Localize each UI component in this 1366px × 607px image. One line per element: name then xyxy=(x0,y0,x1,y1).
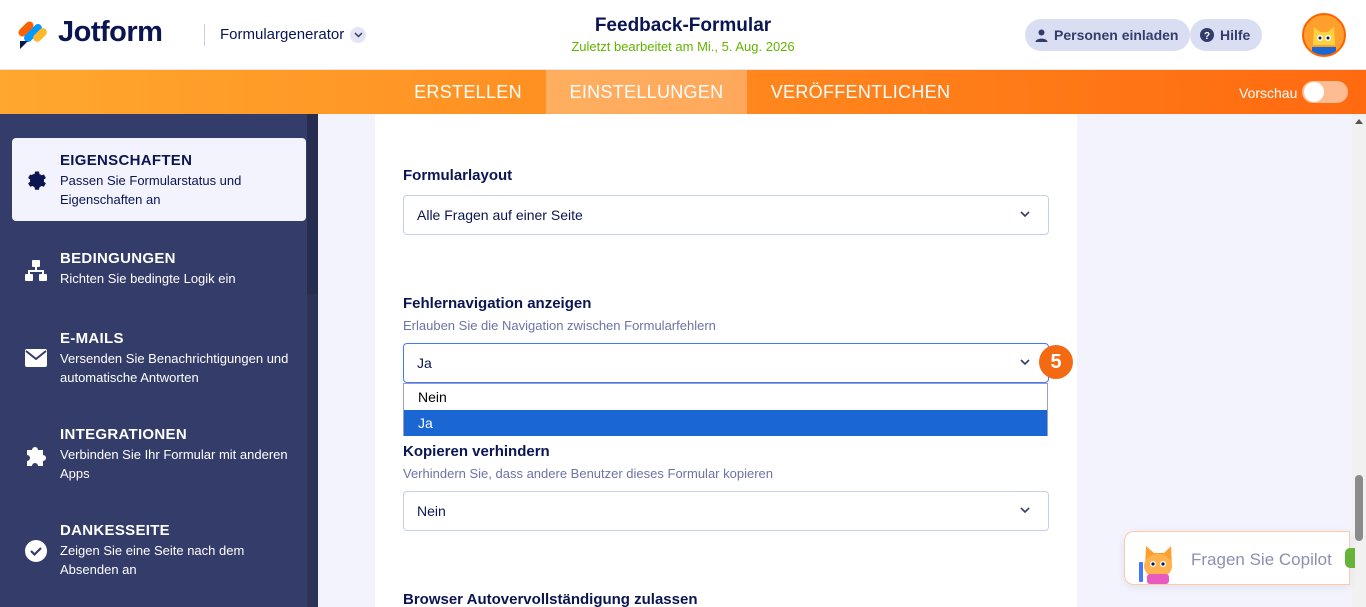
sidebar-item-title: INTEGRATIONEN xyxy=(60,426,187,443)
help-label: Hilfe xyxy=(1220,27,1251,43)
chevron-down-icon xyxy=(1020,211,1030,218)
main-tab-bar: ERSTELLEN EINSTELLUNGEN VERÖFFENTLICHEN … xyxy=(0,70,1366,114)
chevron-down-icon xyxy=(1020,359,1030,366)
jotform-logo-icon xyxy=(18,20,47,49)
error-nav-dropdown-list: Nein Ja xyxy=(403,383,1048,436)
sidebar-item-thankyou[interactable]: DANKESSEITE Zeigen Sie eine Seite nach d… xyxy=(12,514,306,592)
copy-protect-select[interactable]: Nein xyxy=(403,491,1049,531)
tab-publish[interactable]: VERÖFFENTLICHEN xyxy=(747,70,974,114)
sidebar-scrollbar-thumb[interactable] xyxy=(307,114,318,294)
form-generator-menu[interactable]: Formulargenerator xyxy=(220,26,367,43)
envelope-icon xyxy=(25,349,47,367)
copy-protect-hint: Verhindern Sie, dass andere Benutzer die… xyxy=(403,466,773,481)
preview-toggle[interactable] xyxy=(1302,81,1348,103)
settings-sidebar: EIGENSCHAFTEN Passen Sie Formularstatus … xyxy=(0,114,318,607)
puzzle-icon xyxy=(27,447,46,466)
form-layout-value: Alle Fragen auf einer Seite xyxy=(417,207,583,223)
error-nav-select[interactable]: Ja xyxy=(403,343,1049,383)
copilot-label: Fragen Sie Copilot xyxy=(1191,550,1332,569)
preview-toggle-knob xyxy=(1304,82,1324,102)
page-scrollbar-thumb[interactable] xyxy=(1355,475,1363,541)
sidebar-item-title: DANKESSEITE xyxy=(60,522,170,539)
sidebar-item-title: BEDINGUNGEN xyxy=(60,250,176,267)
copy-protect-value: Nein xyxy=(417,503,446,519)
error-nav-label: Fehlernavigation anzeigen xyxy=(403,295,592,312)
flow-icon xyxy=(25,260,47,281)
sidebar-item-desc: Richten Sie bedingte Logik ein xyxy=(60,271,236,286)
chevron-down-icon xyxy=(1020,507,1030,514)
copilot-button[interactable]: Fragen Sie Copilot xyxy=(1124,531,1350,585)
sidebar-item-properties[interactable]: EIGENSCHAFTEN Passen Sie Formularstatus … xyxy=(12,138,306,221)
user-avatar[interactable] xyxy=(1302,13,1346,57)
form-title[interactable]: Feedback-Formular xyxy=(483,15,883,37)
sidebar-item-desc: Versenden Sie Benachrichtigungen und aut… xyxy=(60,351,289,385)
sidebar-item-title: E-MAILS xyxy=(60,330,124,347)
dropdown-option-ja[interactable]: Ja xyxy=(404,410,1047,436)
sidebar-item-desc: Verbinden Sie Ihr Formular mit anderen A… xyxy=(60,447,288,481)
tab-settings[interactable]: EINSTELLUNGEN xyxy=(546,70,747,114)
header-divider xyxy=(204,24,205,46)
app-window: Jotform Formulargenerator Feedback-Formu… xyxy=(0,0,1366,607)
avatar-cat-icon xyxy=(1304,15,1344,55)
top-header: Jotform Formulargenerator Feedback-Formu… xyxy=(0,0,1366,70)
last-edited-text: Zuletzt bearbeitet am Mi., 5. Aug. 2026 xyxy=(571,39,795,54)
form-generator-label: Formulargenerator xyxy=(220,26,345,43)
sidebar-item-desc: Passen Sie Formularstatus und Eigenschaf… xyxy=(60,173,242,207)
invite-people-button[interactable]: Personen einladen xyxy=(1025,19,1191,51)
step-number-badge: 5 xyxy=(1039,345,1073,379)
error-nav-value: Ja xyxy=(417,355,432,371)
svg-text:?: ? xyxy=(1204,31,1210,42)
chevron-down-icon xyxy=(350,26,367,43)
autocomplete-label: Browser Autovervollständigung zulassen xyxy=(403,591,698,607)
help-button[interactable]: ? Hilfe xyxy=(1190,19,1263,51)
check-circle-icon xyxy=(25,540,47,562)
copilot-cat-icon xyxy=(1139,546,1172,584)
person-icon xyxy=(1035,29,1048,42)
dropdown-option-nein[interactable]: Nein xyxy=(404,384,1047,410)
jotform-logo[interactable]: Jotform xyxy=(18,16,163,49)
sidebar-item-conditions[interactable]: BEDINGUNGEN Richten Sie bedingte Logik e… xyxy=(12,242,306,302)
sidebar-item-title: EIGENSCHAFTEN xyxy=(60,152,193,169)
form-layout-select[interactable]: Alle Fragen auf einer Seite xyxy=(403,195,1049,235)
sidebar-item-desc: Zeigen Sie eine Seite nach dem Absenden … xyxy=(60,543,245,577)
form-layout-label: Formularlayout xyxy=(403,167,513,184)
scroll-up-arrow-icon[interactable] xyxy=(1355,118,1363,124)
sidebar-item-integrations[interactable]: INTEGRATIONEN Verbinden Sie Ihr Formular… xyxy=(12,418,306,496)
sidebar-item-emails[interactable]: E-MAILS Versenden Sie Benachrichtigungen… xyxy=(12,322,306,400)
copy-protect-label: Kopieren verhindern xyxy=(403,443,550,460)
question-icon: ? xyxy=(1200,28,1214,42)
preview-label: Vorschau xyxy=(1239,85,1298,101)
invite-label: Personen einladen xyxy=(1054,27,1179,43)
error-nav-hint: Erlauben Sie die Navigation zwischen For… xyxy=(403,318,716,333)
brand-name: Jotform xyxy=(58,16,163,48)
gear-icon xyxy=(28,171,46,190)
tab-create[interactable]: ERSTELLEN xyxy=(390,70,546,114)
copilot-status-indicator xyxy=(1345,548,1355,568)
